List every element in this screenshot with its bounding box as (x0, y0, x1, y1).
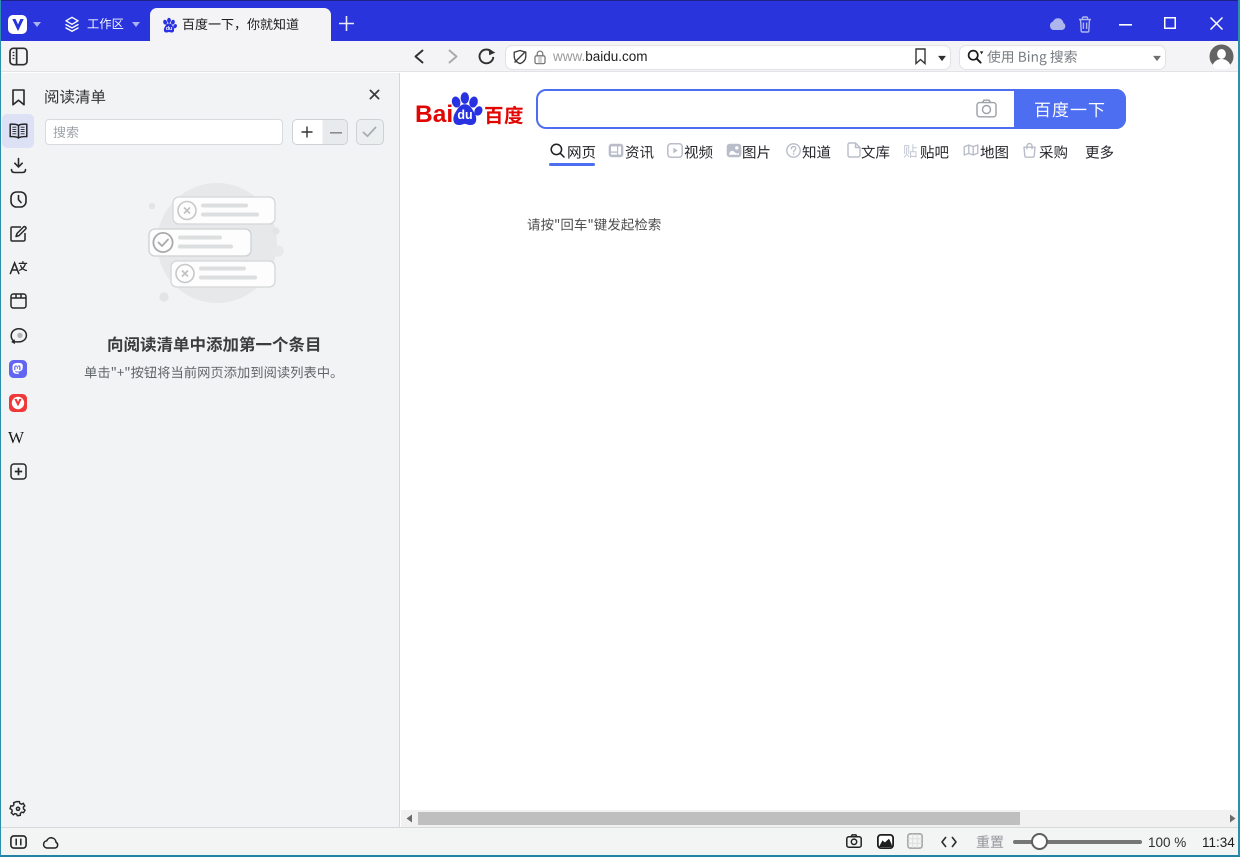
svg-text:du: du (166, 26, 172, 32)
svg-text:du: du (457, 108, 472, 122)
